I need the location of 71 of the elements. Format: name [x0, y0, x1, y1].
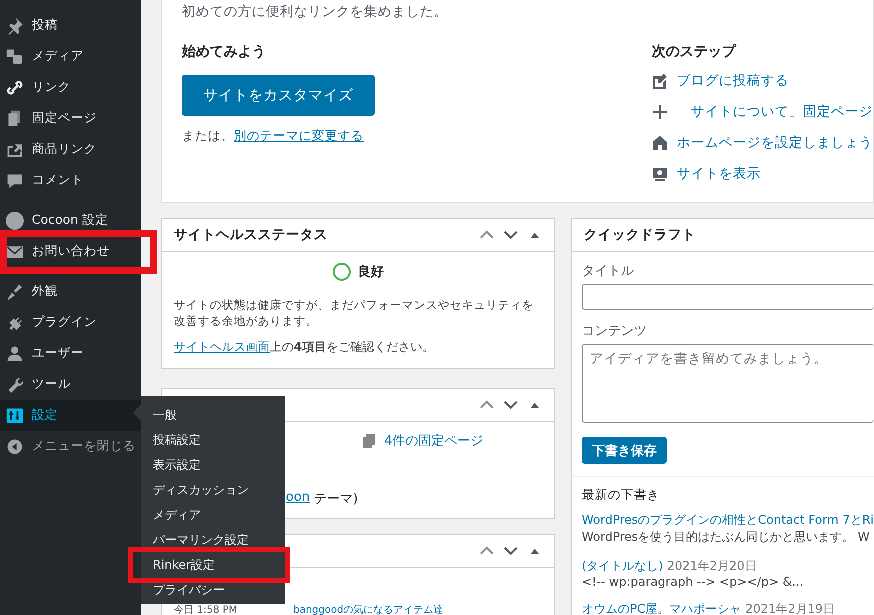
- link-icon: [6, 78, 24, 96]
- circle-icon: [6, 212, 24, 230]
- draft-title-link[interactable]: (タイトルなし): [582, 559, 664, 573]
- theme-link[interactable]: oon: [286, 490, 310, 508]
- post-link[interactable]: banggoodの気になるアイテム達: [293, 606, 444, 615]
- customize-button[interactable]: サイトをカスタマイズ: [182, 75, 375, 116]
- wrench-icon: [6, 376, 24, 394]
- submenu-item[interactable]: 投稿設定: [153, 432, 201, 446]
- next-step-link[interactable]: サイトを表示: [677, 164, 761, 182]
- theme-suffix: テーマ): [314, 491, 358, 508]
- brush-icon: [6, 282, 24, 300]
- sliders-icon: [6, 406, 24, 424]
- draft-title-link[interactable]: WordPresのプラグインの相性とContact Form 7とRi: [582, 513, 874, 527]
- sidebar-item[interactable]: メディア: [6, 48, 84, 66]
- health-check-text: サイトヘルス画面上の4項目をご確認ください。: [174, 339, 436, 356]
- sidebar-item[interactable]: 固定ページ: [6, 110, 97, 128]
- submenu-item[interactable]: プライバシー: [153, 582, 225, 596]
- next-step-link[interactable]: ホームページを設定しましょう: [677, 134, 873, 152]
- next-step-link[interactable]: 「サイトについて」固定ページ: [677, 102, 873, 120]
- home-icon: [652, 134, 668, 150]
- or-text: または、: [182, 128, 234, 145]
- save-draft-button[interactable]: 下書き保存: [582, 437, 667, 464]
- collapse-icon: [6, 438, 24, 456]
- sidebar-item[interactable]: 外観: [6, 282, 58, 300]
- pin-icon: [6, 16, 24, 34]
- user-icon: [6, 344, 24, 362]
- draft-date: 2021年2月19日: [746, 602, 836, 615]
- submenu-item[interactable]: 一般: [153, 408, 177, 422]
- title-field[interactable]: [582, 284, 874, 310]
- submenu-item[interactable]: ディスカッション: [153, 482, 249, 496]
- content-field[interactable]: アイディアを書き留めてみましょう。: [582, 344, 874, 423]
- sidebar-item[interactable]: リンク: [6, 78, 71, 96]
- plus-icon: [652, 104, 668, 120]
- draft-title-link[interactable]: オウムのPC屋。マハポーシャ: [582, 602, 742, 615]
- health-description: サイトの状態は健康ですが、まだパフォーマンスやセキュリティを改善する余地があります。: [174, 297, 535, 329]
- pages-icon: [362, 434, 376, 448]
- submenu-item[interactable]: 表示設定: [153, 458, 201, 472]
- edit-icon: [652, 72, 668, 88]
- submenu-item[interactable]: パーマリンク設定: [153, 532, 249, 546]
- sidebar-item[interactable]: ツール: [6, 376, 71, 394]
- change-theme-link[interactable]: 別のテーマに変更する: [234, 128, 364, 145]
- sidebar-item[interactable]: Cocoon 設定: [6, 212, 108, 230]
- health-status: 良好: [358, 264, 384, 281]
- recent-drafts-heading: 最新の下書き: [582, 487, 661, 504]
- sidebar-item[interactable]: メニューを閉じる: [6, 438, 136, 456]
- activity-time: 今日 1:58 PM: [174, 606, 238, 615]
- section-heading: 次のステップ: [652, 43, 738, 61]
- field-label: コンテンツ: [582, 323, 648, 340]
- media-icon: [6, 48, 24, 66]
- welcome-intro: 初めての方に便利なリンクを集めました。: [182, 3, 449, 21]
- draft-date: 2021年2月20日: [667, 559, 757, 573]
- sidebar-item[interactable]: コメント: [6, 172, 84, 190]
- submenu-item[interactable]: Rinker設定: [153, 558, 216, 572]
- draft-excerpt: <!-- wp:paragraph --> <p></p> &...: [582, 575, 805, 589]
- view-icon: [652, 166, 668, 182]
- section-heading: 始めてみよう: [182, 43, 267, 61]
- panel-title: サイトヘルスステータス: [174, 226, 329, 244]
- submenu-item[interactable]: メディア: [153, 508, 201, 522]
- panel-title: クイックドラフト: [584, 226, 697, 244]
- sidebar-item[interactable]: 商品リンク: [6, 140, 97, 158]
- next-step-link[interactable]: ブログに投稿する: [677, 72, 789, 90]
- status-ring-icon: [332, 262, 352, 282]
- sidebar-item[interactable]: 投稿: [6, 16, 58, 34]
- site-health-link[interactable]: サイトヘルス画面: [174, 340, 270, 354]
- pages-count-link[interactable]: 4件の固定ページ: [384, 432, 484, 450]
- sidebar-item[interactable]: ユーザー: [6, 344, 84, 362]
- sidebar-item[interactable]: プラグイン: [6, 314, 97, 332]
- sidebar-item[interactable]: お問い合わせ: [6, 242, 110, 260]
- comment-icon: [6, 172, 24, 190]
- draft-excerpt: WordPresを使う目的はたぶん同じかと思います。 W: [582, 529, 871, 546]
- field-label: タイトル: [582, 263, 635, 280]
